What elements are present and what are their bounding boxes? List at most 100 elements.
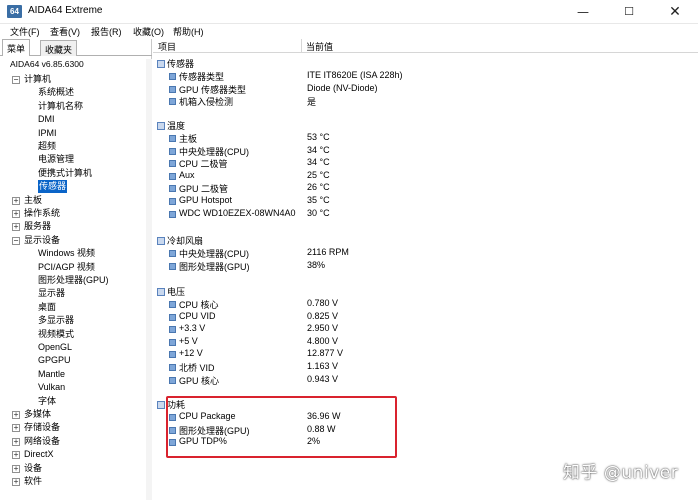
tree-item[interactable]: + 主板: [0, 194, 145, 207]
tab-menu[interactable]: 菜单: [2, 39, 31, 56]
column-header: 项目 当前值: [153, 39, 698, 53]
group-icon: [157, 60, 165, 68]
column-divider[interactable]: [301, 39, 302, 53]
tree-item[interactable]: OpenGL: [0, 341, 145, 354]
tab-favorites[interactable]: 收藏夹: [40, 40, 78, 56]
tree-item[interactable]: + 服务器: [0, 220, 145, 233]
sensor-item-label[interactable]: 北桥 VID: [179, 361, 215, 374]
sensor-icon: [169, 172, 176, 180]
tree-item-label: 计算机: [24, 74, 52, 84]
sensor-value: 30 °C: [307, 207, 330, 218]
tree-item[interactable]: + 网络设备: [0, 435, 145, 448]
sensor-value: 34 °C: [307, 157, 330, 168]
tree-item[interactable]: 字体: [0, 395, 145, 408]
sensor-item-label[interactable]: 中央处理器(CPU): [179, 247, 249, 260]
expand-icon[interactable]: +: [12, 464, 20, 473]
tree-item[interactable]: 桌面: [0, 301, 145, 314]
sensor-item-label[interactable]: GPU Hotspot: [179, 195, 232, 205]
expand-icon[interactable]: +: [12, 424, 20, 433]
column-item-header[interactable]: 项目: [158, 40, 176, 53]
expand-icon[interactable]: +: [12, 451, 20, 460]
sensor-value: ITE IT8620E (ISA 228h): [307, 70, 403, 80]
tree-item-label: Mantle: [38, 368, 66, 379]
menu-report[interactable]: 报告(R): [91, 25, 122, 38]
tree-item[interactable]: + 设备: [0, 462, 145, 475]
sensor-value: 26 °C: [307, 182, 330, 193]
menu-view[interactable]: 查看(V): [50, 25, 80, 38]
sensor-item-label[interactable]: 中央处理器(CPU): [179, 145, 249, 158]
sensor-value: 0.943 V: [307, 373, 339, 384]
sensor-item-label[interactable]: WDC WD10EZEX-08WN4A0: [179, 208, 296, 218]
tree-item[interactable]: 电源管理: [0, 153, 145, 166]
collapse-icon[interactable]: −: [12, 236, 20, 245]
sensor-icon: [169, 313, 176, 321]
tree-item[interactable]: + 存储设备: [0, 421, 145, 434]
tree-item[interactable]: − 计算机: [0, 73, 145, 86]
tree-item-label: Windows 视频: [38, 248, 96, 259]
maximize-button[interactable]: ☐: [606, 0, 652, 24]
tree-item[interactable]: + 软件: [0, 475, 145, 488]
sensor-item-label[interactable]: 传感器类型: [179, 70, 224, 83]
tree-item-label: 网络设备: [24, 435, 61, 446]
tree-item[interactable]: DMI: [0, 113, 145, 126]
tree-item[interactable]: − 显示设备: [0, 234, 145, 247]
sensor-item-label[interactable]: CPU 核心: [179, 298, 219, 311]
menu-file[interactable]: 文件(F): [10, 25, 40, 38]
expand-icon[interactable]: +: [12, 478, 20, 486]
aida64-app-icon: 64: [7, 5, 22, 18]
sensor-icon: [169, 210, 176, 218]
sensor-item-label[interactable]: GPU 核心: [179, 374, 219, 387]
sensor-item-label[interactable]: CPU VID: [179, 311, 216, 321]
menu-help[interactable]: 帮助(H): [173, 25, 204, 38]
tree-item-label: 便携式计算机: [38, 167, 93, 178]
tree-item[interactable]: GPGPU: [0, 354, 145, 367]
expand-icon[interactable]: +: [12, 196, 20, 205]
tree-item[interactable]: Vulkan: [0, 381, 145, 394]
sensor-value: 是: [307, 97, 317, 108]
sensor-icon: [169, 98, 176, 106]
tree-item[interactable]: 便携式计算机: [0, 167, 145, 180]
expand-icon[interactable]: +: [12, 223, 20, 232]
minimize-button[interactable]: —: [560, 0, 606, 24]
tree-scrollbar[interactable]: [146, 59, 152, 500]
tree-item[interactable]: 视频模式: [0, 328, 145, 341]
expand-icon[interactable]: +: [12, 437, 20, 446]
sensor-item-label[interactable]: CPU 二极管: [179, 157, 228, 170]
tree-item-label: 系统概述: [38, 87, 75, 98]
sensor-item-label[interactable]: GPU 传感器类型: [179, 83, 246, 96]
tree-item[interactable]: 系统概述: [0, 86, 145, 99]
tree-item[interactable]: Mantle: [0, 368, 145, 381]
tree-item-label: GPGPU: [38, 355, 71, 366]
tree-item[interactable]: 计算机名称: [0, 100, 145, 113]
tree-item[interactable]: + 多媒体: [0, 408, 145, 421]
tree-item[interactable]: 超频: [0, 140, 145, 153]
sensor-value: Diode (NV-Diode): [307, 82, 378, 93]
expand-icon[interactable]: +: [12, 411, 20, 419]
expand-icon[interactable]: +: [12, 210, 20, 218]
sensor-item-label[interactable]: 图形处理器(GPU): [179, 260, 250, 273]
tree-item[interactable]: 传感器: [0, 180, 145, 194]
sensor-item-label[interactable]: Aux: [179, 170, 195, 180]
sensor-item-label[interactable]: +12 V: [179, 348, 203, 358]
tree-item[interactable]: + 操作系统: [0, 207, 145, 220]
tree-item[interactable]: Windows 视频: [0, 247, 145, 260]
menu-favorites[interactable]: 收藏(O): [133, 25, 164, 38]
tree-item-label: 存储设备: [24, 422, 61, 433]
tree-item[interactable]: 显示器: [0, 287, 145, 300]
sensor-item-label[interactable]: 机箱入侵检测: [179, 95, 233, 108]
sensor-item-label[interactable]: GPU 二极管: [179, 182, 228, 195]
tree-item[interactable]: 多显示器: [0, 314, 145, 327]
column-value-header[interactable]: 当前值: [306, 40, 333, 53]
tree-item[interactable]: IPMI: [0, 127, 145, 140]
group-title: 传感器: [167, 59, 195, 69]
tree-item[interactable]: PCI/AGP 视频: [0, 261, 145, 274]
tree-item-label: DirectX: [24, 449, 54, 460]
collapse-icon[interactable]: −: [12, 76, 20, 84]
sensor-item-label[interactable]: +3.3 V: [179, 323, 205, 333]
close-button[interactable]: ✕: [652, 0, 698, 24]
sensor-item-label[interactable]: 主板: [179, 132, 197, 145]
tree-item[interactable]: + DirectX: [0, 448, 145, 461]
sensor-icon: [169, 147, 176, 155]
sensor-item-label[interactable]: +5 V: [179, 336, 198, 346]
tree-item[interactable]: 图形处理器(GPU): [0, 274, 145, 287]
